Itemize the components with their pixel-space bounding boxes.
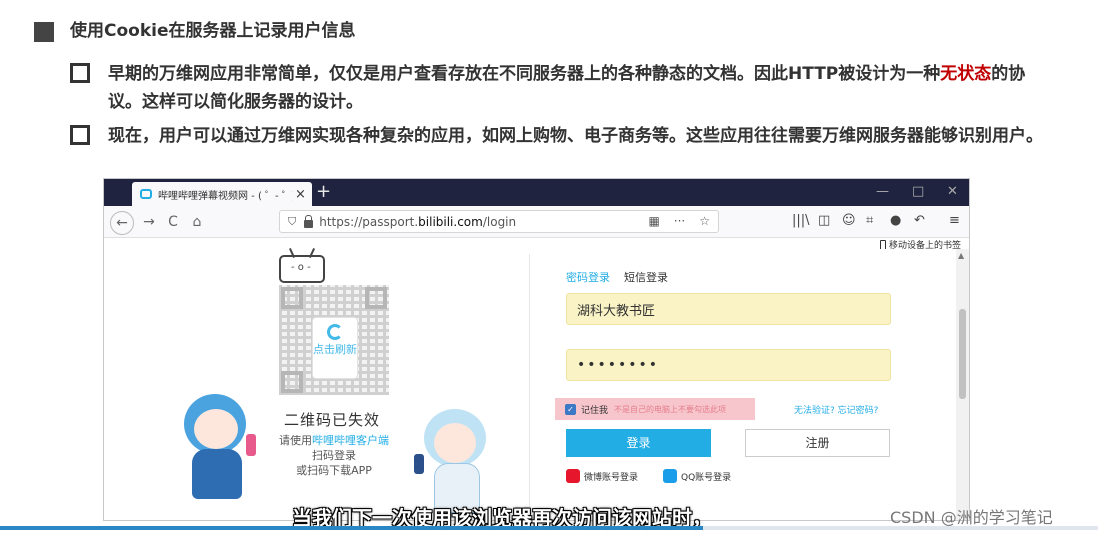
- login-button[interactable]: 登录: [566, 429, 711, 457]
- undo-icon[interactable]: ↶: [914, 213, 925, 228]
- refresh-label: 点击刷新: [313, 343, 357, 356]
- heading-bullet: 使用Cookie在服务器上记录用户信息: [34, 18, 356, 44]
- qq-icon: [663, 469, 677, 483]
- mascot-phone: [414, 454, 424, 474]
- mascot-girl-left: [174, 394, 274, 514]
- menu-icon[interactable]: ≡: [949, 213, 960, 228]
- weibo-label: 微博账号登录: [584, 472, 639, 483]
- library-icon[interactable]: |||\: [792, 213, 810, 228]
- scroll-thumb[interactable]: [959, 309, 966, 399]
- qr-expired-title: 二维码已失效: [284, 411, 381, 429]
- url-actions: ▦ ··· ☆: [648, 214, 710, 228]
- slide-title-fragment: [60, 0, 220, 6]
- register-button[interactable]: 注册: [745, 429, 890, 457]
- column-divider: [529, 254, 530, 519]
- page-actions-icon[interactable]: ···: [674, 214, 685, 228]
- scroll-up-icon[interactable]: ▲: [958, 251, 964, 260]
- refresh-icon: [327, 324, 343, 340]
- tab-sms-login[interactable]: 短信登录: [624, 269, 668, 285]
- qq-login[interactable]: QQ账号登录: [663, 469, 731, 483]
- home-button[interactable]: ⌂: [186, 211, 208, 233]
- url-text: https://passport.bilibili.com/login: [319, 215, 516, 229]
- sidebar-icon[interactable]: ◫: [818, 213, 830, 228]
- qr-refresh-button[interactable]: 点击刷新: [312, 317, 358, 379]
- tab-password-login[interactable]: 密码登录: [566, 269, 610, 285]
- bilibili-client-link[interactable]: 哔哩哔哩客户端: [312, 434, 389, 447]
- bullet-item-2: 现在，用户可以通过万维网实现各种复杂的应用，如网上购物、电子商务等。这些应用往往…: [70, 122, 1050, 150]
- shield-icon[interactable]: ⛉: [288, 215, 296, 229]
- qr-finder: [365, 287, 387, 309]
- filled-square-bullet-icon: [34, 22, 54, 42]
- remember-me-row[interactable]: ✓ 记住我 不是自己的电脑上不要勾选此项: [555, 398, 755, 420]
- tv-face: - o -: [291, 262, 311, 273]
- username-field[interactable]: 湖科大教书匠: [566, 293, 891, 325]
- hollow-square-bullet-icon: [70, 125, 90, 145]
- qr-code-icon[interactable]: ▦: [648, 214, 659, 228]
- remember-checkbox[interactable]: ✓: [565, 403, 576, 415]
- qq-label: QQ账号登录: [681, 472, 732, 483]
- url-domain: bilibili.com: [418, 214, 483, 229]
- phone-icon: [879, 239, 886, 250]
- password-field[interactable]: ••••••••: [566, 349, 891, 381]
- account-icon[interactable]: ☺: [842, 213, 856, 228]
- mascot-face: [194, 409, 238, 449]
- bullet-2-text: 现在，用户可以通过万维网实现各种复杂的应用，如网上购物、电子商务等。这些应用往往…: [108, 126, 1043, 146]
- browser-tab[interactable]: 哔哩哔哩弹幕视频网 - ( ゜- ゜) ×: [132, 182, 312, 206]
- video-progress-bar[interactable]: [0, 526, 1098, 530]
- reload-button[interactable]: C: [162, 211, 184, 233]
- chat-icon[interactable]: ●: [890, 213, 901, 228]
- video-progress-fill: [0, 526, 703, 530]
- tab-title: 哔哩哔哩弹幕视频网 - ( ゜- ゜): [158, 190, 293, 202]
- remember-label: 记住我: [581, 405, 609, 416]
- bullet-1-text: 早期的万维网应用非常简单，仅仅是用户查看存放在不同服务器上的各种静态的文档。因此…: [108, 60, 1050, 116]
- browser-toolbar: ← → C ⌂ ⛉ https://passport.bilibili.com/…: [104, 206, 969, 238]
- screenshot-icon[interactable]: ⌗: [866, 213, 873, 228]
- bullet-1-pre: 早期的万维网应用非常简单，仅仅是用户查看存放在不同服务器上的各种静态的文档。因此…: [108, 64, 941, 84]
- slide-heading: 使用Cookie在服务器上记录用户信息: [70, 21, 356, 41]
- qr-finder: [281, 287, 303, 309]
- address-bar[interactable]: ⛉ https://passport.bilibili.com/login ▦ …: [279, 210, 719, 233]
- login-tabs: 密码登录 短信登录: [566, 269, 668, 285]
- maximize-button[interactable]: □: [912, 184, 924, 199]
- window-close-button[interactable]: ✕: [947, 184, 958, 199]
- qr-code: 点击刷新: [279, 285, 389, 395]
- qr-hint: 请使用哔哩哔哩客户端 扫码登录 或扫码下载APP: [274, 433, 394, 478]
- forward-button[interactable]: →: [138, 211, 160, 233]
- hollow-square-bullet-icon: [70, 63, 90, 83]
- browser-window: 哔哩哔哩弹幕视频网 - ( ゜- ゜) × + — □ ✕ ← → C ⌂ ⛉ …: [103, 178, 970, 521]
- bookmark-star-icon[interactable]: ☆: [699, 214, 710, 228]
- mascot-phone: [246, 434, 256, 456]
- new-tab-button[interactable]: +: [316, 181, 331, 202]
- mascot-body: [192, 449, 242, 499]
- qr-finder: [281, 371, 303, 393]
- back-button[interactable]: ←: [110, 211, 134, 235]
- stateless-highlight: 无状态: [940, 64, 992, 84]
- url-prefix: https://passport.: [319, 214, 419, 229]
- tab-close-icon[interactable]: ×: [295, 187, 306, 202]
- tv-mascot-icon: - o -: [279, 255, 325, 283]
- qr-hint-line3: 或扫码下载APP: [296, 464, 372, 477]
- bilibili-favicon-icon: [140, 189, 152, 199]
- url-path: /login: [482, 214, 517, 229]
- qr-hint-pre: 请使用: [279, 434, 312, 447]
- minimize-button[interactable]: —: [876, 184, 889, 199]
- weibo-login[interactable]: 微博账号登录: [566, 469, 638, 483]
- mascot-face: [434, 423, 476, 463]
- bullet-item-1: 早期的万维网应用非常简单，仅仅是用户查看存放在不同服务器上的各种静态的文档。因此…: [70, 60, 1050, 116]
- page-content: - o - 点击刷新 二维码已失效 请使用哔哩哔哩客户端 扫码登录 或扫码下载A…: [104, 249, 969, 520]
- csdn-watermark: CSDN @洲的学习笔记: [890, 508, 1053, 527]
- page-scrollbar[interactable]: ▲: [956, 249, 969, 520]
- remember-hint: 不是自己的电脑上不要勾选此项: [614, 404, 727, 414]
- weibo-icon: [566, 469, 580, 483]
- lock-icon[interactable]: [304, 214, 314, 228]
- qr-hint-line2: 扫码登录: [312, 449, 356, 462]
- browser-titlebar: 哔哩哔哩弹幕视频网 - ( ゜- ゜) × + — □ ✕: [104, 179, 969, 206]
- help-links[interactable]: 无法验证? 忘记密码?: [794, 403, 878, 416]
